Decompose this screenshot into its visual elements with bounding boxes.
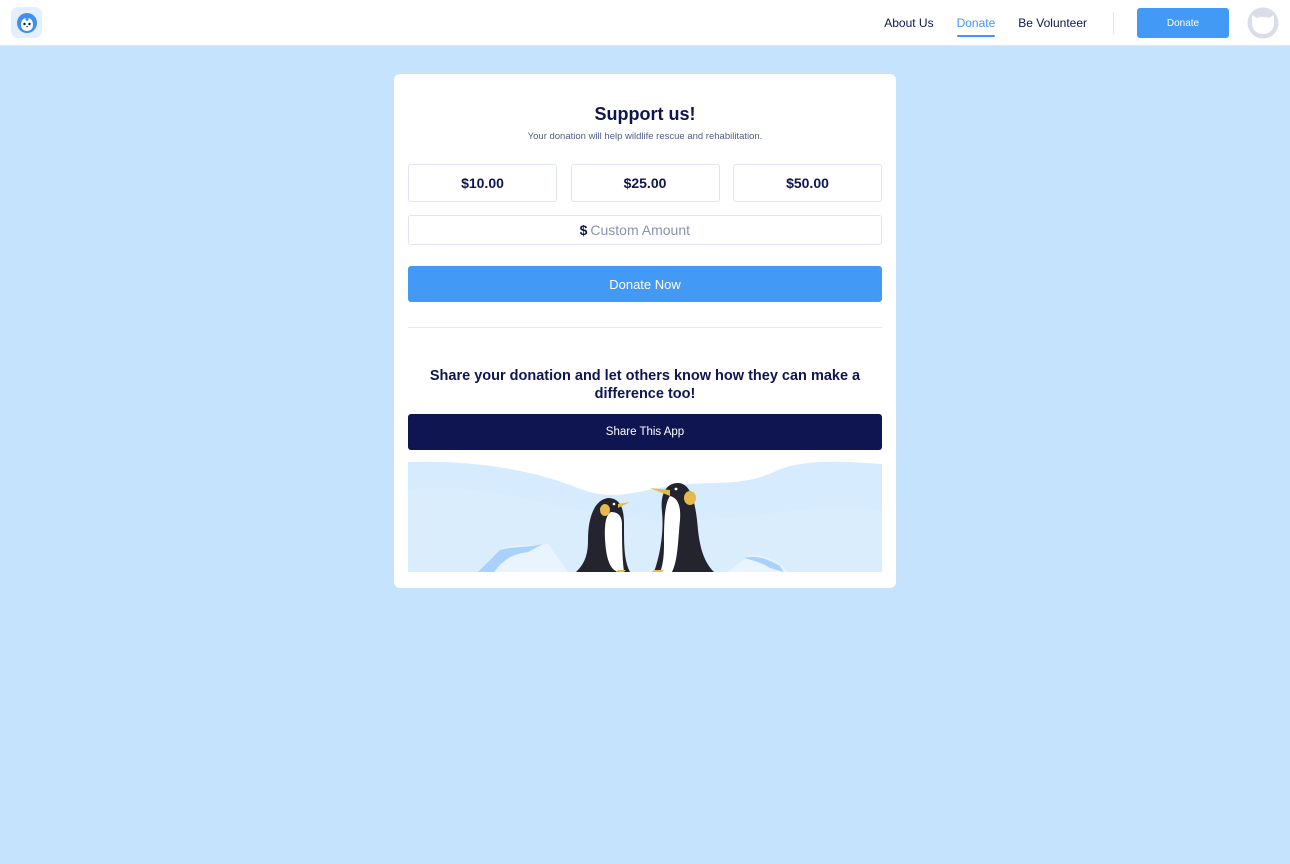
header-donate-button[interactable]: Donate — [1137, 8, 1229, 38]
section-divider — [408, 327, 882, 328]
user-avatar-icon — [1247, 7, 1279, 39]
donation-card: Support us! Your donation will help wild… — [394, 74, 896, 588]
penguins-illustration — [408, 460, 882, 572]
nav-about-us[interactable]: About Us — [884, 0, 933, 46]
page-title: Support us! — [594, 104, 696, 124]
amount-10-button[interactable]: $10.00 — [408, 164, 557, 202]
nav-be-volunteer[interactable]: Be Volunteer — [1018, 0, 1087, 46]
top-navbar: About Us Donate Be Volunteer Donate — [0, 0, 1290, 46]
preset-amounts: $10.00 $25.00 $50.00 — [408, 164, 882, 202]
nav-donate[interactable]: Donate — [956, 0, 995, 46]
page-subtitle: Your donation will help wildlife rescue … — [527, 131, 763, 142]
nav-divider — [1113, 12, 1114, 34]
penguin-face-icon — [16, 12, 37, 33]
amount-25-button[interactable]: $25.00 — [570, 164, 720, 202]
currency-symbol: $ — [579, 222, 588, 238]
share-app-button[interactable]: Share This App — [408, 414, 882, 450]
user-avatar[interactable] — [1247, 7, 1279, 39]
two-penguins-on-ice-illustration — [408, 460, 882, 572]
share-heading: Share your donation and let others know … — [429, 368, 861, 402]
custom-amount-input[interactable] — [590, 222, 711, 238]
donate-now-button[interactable]: Donate Now — [408, 266, 882, 302]
amount-50-button[interactable]: $50.00 — [733, 164, 882, 202]
custom-amount-field[interactable]: $ — [408, 215, 882, 245]
main-nav: About Us Donate Be Volunteer Donate — [884, 0, 1290, 46]
app-logo[interactable] — [11, 7, 42, 38]
